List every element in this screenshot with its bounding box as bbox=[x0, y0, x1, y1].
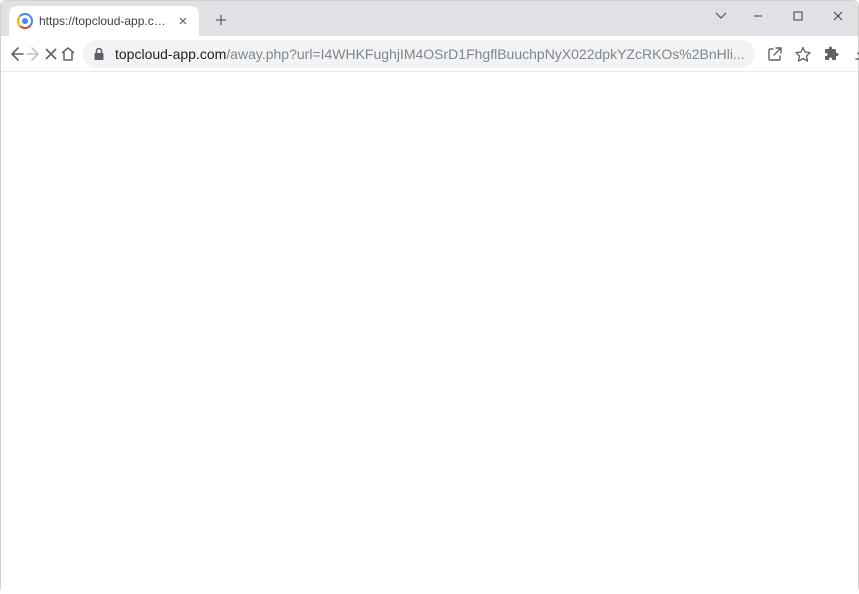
share-button[interactable] bbox=[761, 40, 789, 68]
url-domain: topcloud-app.com bbox=[115, 46, 226, 62]
url-path: /away.php?url=I4WHKFughjIM4OSrD1FhgflBuu… bbox=[226, 46, 744, 62]
close-window-button[interactable] bbox=[818, 1, 858, 31]
downloads-button[interactable] bbox=[848, 40, 859, 68]
new-tab-button[interactable] bbox=[207, 6, 235, 34]
tab-title: https://topcloud-app.com/away bbox=[39, 14, 171, 28]
window-controls bbox=[704, 1, 858, 31]
bookmark-button[interactable] bbox=[789, 40, 817, 68]
stop-reload-button[interactable] bbox=[44, 40, 58, 68]
favicon-icon bbox=[17, 13, 33, 29]
back-button[interactable] bbox=[8, 40, 24, 68]
toolbar-right bbox=[761, 40, 859, 68]
address-bar[interactable]: topcloud-app.com/away.php?url=I4WHKFughj… bbox=[83, 40, 755, 68]
url-text: topcloud-app.com/away.php?url=I4WHKFughj… bbox=[115, 46, 745, 62]
toolbar: topcloud-app.com/away.php?url=I4WHKFughj… bbox=[1, 36, 858, 72]
lock-icon[interactable] bbox=[93, 47, 107, 61]
minimize-button[interactable] bbox=[738, 1, 778, 31]
browser-tab[interactable]: https://topcloud-app.com/away bbox=[9, 6, 199, 36]
page-content bbox=[1, 72, 858, 594]
extensions-button[interactable] bbox=[818, 40, 846, 68]
home-button[interactable] bbox=[60, 40, 76, 68]
forward-button[interactable] bbox=[26, 40, 42, 68]
maximize-button[interactable] bbox=[778, 1, 818, 31]
tab-close-button[interactable] bbox=[175, 13, 191, 29]
titlebar: https://topcloud-app.com/away bbox=[1, 1, 858, 36]
tab-search-button[interactable] bbox=[704, 1, 738, 31]
